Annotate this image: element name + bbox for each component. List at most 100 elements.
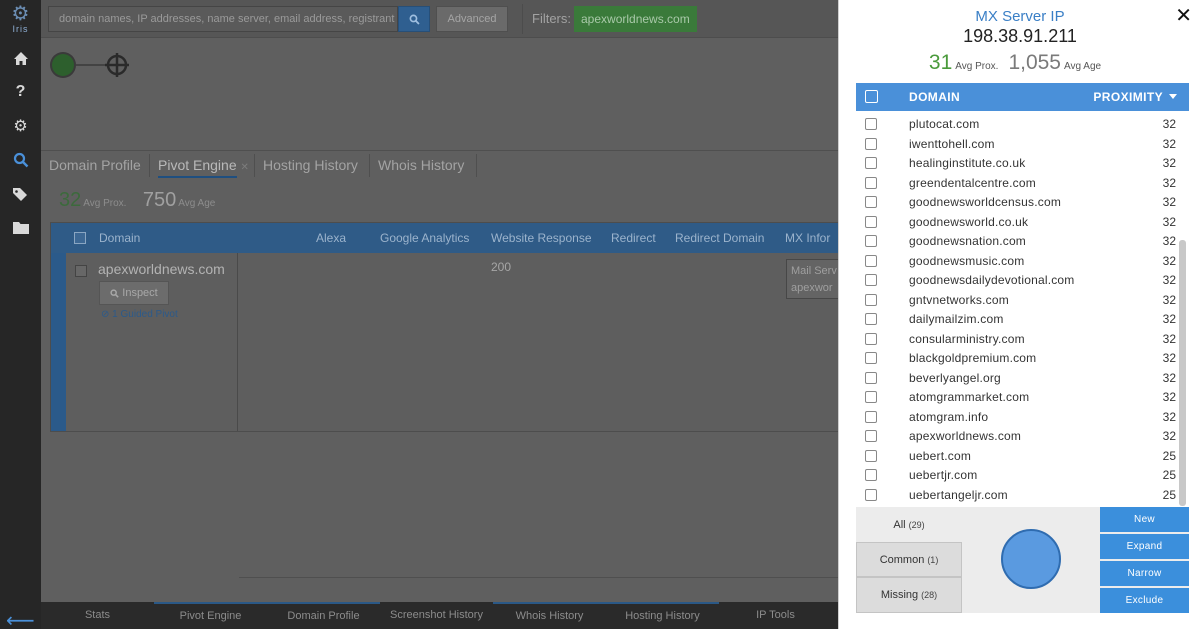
list-item[interactable]: atomgrammarket.com 32 (856, 387, 1176, 407)
col-google-analytics[interactable]: Google Analytics (380, 231, 469, 245)
row-domain[interactable]: uebertjr.com (909, 468, 977, 482)
list-scrollbar[interactable] (1179, 240, 1186, 506)
col-alexa[interactable]: Alexa (316, 231, 346, 245)
list-item[interactable]: uebertangeljr.com 25 (856, 485, 1176, 505)
row-checkbox[interactable] (865, 430, 877, 442)
row-domain[interactable]: apexworldnews.com (909, 429, 1021, 443)
col-redirect-domain[interactable]: Redirect Domain (675, 231, 764, 245)
row-domain[interactable]: dailymailzim.com (909, 312, 1004, 326)
search-icon[interactable] (0, 147, 41, 173)
row-domain[interactable]: greendentalcentre.com (909, 176, 1036, 190)
row-domain[interactable]: atomgrammarket.com (909, 390, 1029, 404)
list-item[interactable]: goodnewsworldcensus.com 32 (856, 192, 1176, 212)
row-checkbox[interactable] (865, 176, 877, 189)
venn-circle[interactable] (1001, 529, 1061, 589)
bottom-tab-pivot-engine[interactable]: Pivot Engine (154, 602, 267, 629)
select-all-checkbox[interactable] (74, 232, 86, 244)
inspect-button[interactable]: Inspect (99, 281, 169, 305)
list-item[interactable]: iwenttohell.com 32 (856, 134, 1176, 154)
advanced-button[interactable]: Advanced (436, 6, 508, 32)
row-domain[interactable]: goodnewsnation.com (909, 234, 1026, 248)
row-checkbox[interactable] (865, 137, 877, 150)
row-checkbox[interactable] (865, 469, 877, 481)
bottom-tab-hosting-history[interactable]: Hosting History (606, 602, 719, 629)
list-item[interactable]: goodnewsnation.com 32 (856, 231, 1176, 251)
tab-whois-history[interactable]: Whois History (371, 152, 471, 179)
bottom-tab-whois-history[interactable]: Whois History (493, 602, 606, 629)
row-domain[interactable]: goodnewsdailydevotional.com (909, 273, 1075, 287)
list-item[interactable]: healinginstitute.co.uk 32 (856, 153, 1176, 173)
collapse-arrow-icon[interactable]: ⟵ (6, 608, 35, 629)
search-input[interactable]: domain names, IP addresses, name server,… (48, 6, 398, 32)
iris-logo[interactable]: ⚙ Iris (0, 0, 41, 38)
tab-pivot-engine[interactable]: Pivot Engine ✕ (151, 152, 256, 179)
row-domain[interactable]: goodnewsworld.co.uk (909, 215, 1028, 229)
row-domain[interactable]: uebert.com (909, 449, 971, 463)
col-mx-info[interactable]: MX Infor (785, 231, 830, 245)
row-checkbox[interactable] (865, 274, 877, 286)
venn-tab-common[interactable]: Common (1) (856, 542, 962, 577)
list-item[interactable]: uebertjr.com 25 (856, 465, 1176, 485)
list-item[interactable]: gntvnetworks.com 32 (856, 290, 1176, 310)
expand-button[interactable]: Expand (1100, 534, 1189, 559)
bottom-tab-stats[interactable]: Stats (41, 602, 154, 629)
close-tab-icon[interactable]: ✕ (241, 162, 249, 173)
list-item[interactable]: plutocat.com 32 (856, 114, 1176, 134)
search-button[interactable] (398, 6, 430, 32)
venn-tab-all[interactable]: All (29) (856, 507, 962, 542)
home-icon[interactable] (0, 45, 41, 71)
list-item[interactable]: beverlyangel.org 32 (856, 368, 1176, 388)
row-domain[interactable]: consularministry.com (909, 332, 1025, 346)
list-item[interactable]: atomgram.info 32 (856, 407, 1176, 427)
row-checkbox[interactable] (865, 488, 877, 501)
row-checkbox[interactable] (865, 196, 877, 208)
row-domain[interactable]: goodnewsmusic.com (909, 254, 1024, 268)
col-domain[interactable]: Domain (99, 231, 140, 245)
list-item[interactable]: apexworldnews.com 32 (856, 426, 1176, 446)
col-website-response[interactable]: Website Response (491, 231, 592, 245)
folder-icon[interactable] (0, 214, 41, 240)
mx-info-box[interactable]: Mail Serv apexwor (786, 259, 846, 299)
row-checkbox[interactable] (865, 293, 877, 306)
venn-tab-missing[interactable]: Missing (28) (856, 577, 962, 613)
row-domain[interactable]: gntvnetworks.com (909, 293, 1009, 307)
col-domain[interactable]: DOMAIN (909, 90, 960, 104)
bottom-tab-domain-profile[interactable]: Domain Profile (267, 602, 380, 629)
row-domain[interactable]: plutocat.com (909, 117, 979, 131)
filter-chip[interactable]: apexworldnews.com (574, 6, 697, 32)
row-checkbox[interactable] (865, 157, 877, 169)
tags-icon[interactable] (0, 181, 41, 207)
help-icon[interactable]: ? (0, 79, 41, 105)
guided-pivot-link[interactable]: ⊘ 1 Guided Pivot (101, 309, 178, 320)
list-item[interactable]: greendentalcentre.com 32 (856, 173, 1176, 193)
row-checkbox[interactable] (865, 410, 877, 423)
row-checkbox[interactable] (865, 235, 877, 247)
pivot-graph[interactable] (48, 52, 138, 82)
row-domain[interactable]: blackgoldpremium.com (909, 351, 1036, 365)
row-checkbox[interactable] (865, 352, 877, 364)
row-checkbox[interactable] (865, 391, 877, 403)
row-checkbox[interactable] (865, 332, 877, 345)
list-item[interactable]: consularministry.com 32 (856, 329, 1176, 349)
bottom-tab-screenshot-history[interactable]: Screenshot History (380, 602, 493, 629)
sort-caret-icon[interactable] (1169, 94, 1177, 99)
row-domain[interactable]: goodnewsworldcensus.com (909, 195, 1061, 209)
list-item[interactable]: dailymailzim.com 32 (856, 309, 1176, 329)
exclude-button[interactable]: Exclude (1100, 588, 1189, 613)
tab-domain-profile[interactable]: Domain Profile (42, 152, 148, 179)
row-domain[interactable]: atomgram.info (909, 410, 988, 424)
row-domain[interactable]: uebertangeljr.com (909, 488, 1008, 502)
horizontal-scrollbar[interactable] (239, 577, 838, 578)
row-domain[interactable]: apexworldnews.com (98, 261, 225, 277)
select-all-checkbox[interactable] (865, 90, 878, 103)
row-checkbox[interactable] (865, 371, 877, 384)
gear-icon[interactable]: ⚙ (0, 113, 41, 139)
row-domain[interactable]: beverlyangel.org (909, 371, 1001, 385)
tab-hosting-history[interactable]: Hosting History (256, 152, 365, 179)
list-item[interactable]: blackgoldpremium.com 32 (856, 348, 1176, 368)
row-checkbox[interactable] (75, 265, 87, 277)
col-proximity[interactable]: PROXIMITY (1093, 90, 1163, 104)
list-item[interactable]: goodnewsworld.co.uk 32 (856, 212, 1176, 232)
col-redirect[interactable]: Redirect (611, 231, 656, 245)
row-checkbox[interactable] (865, 449, 877, 462)
